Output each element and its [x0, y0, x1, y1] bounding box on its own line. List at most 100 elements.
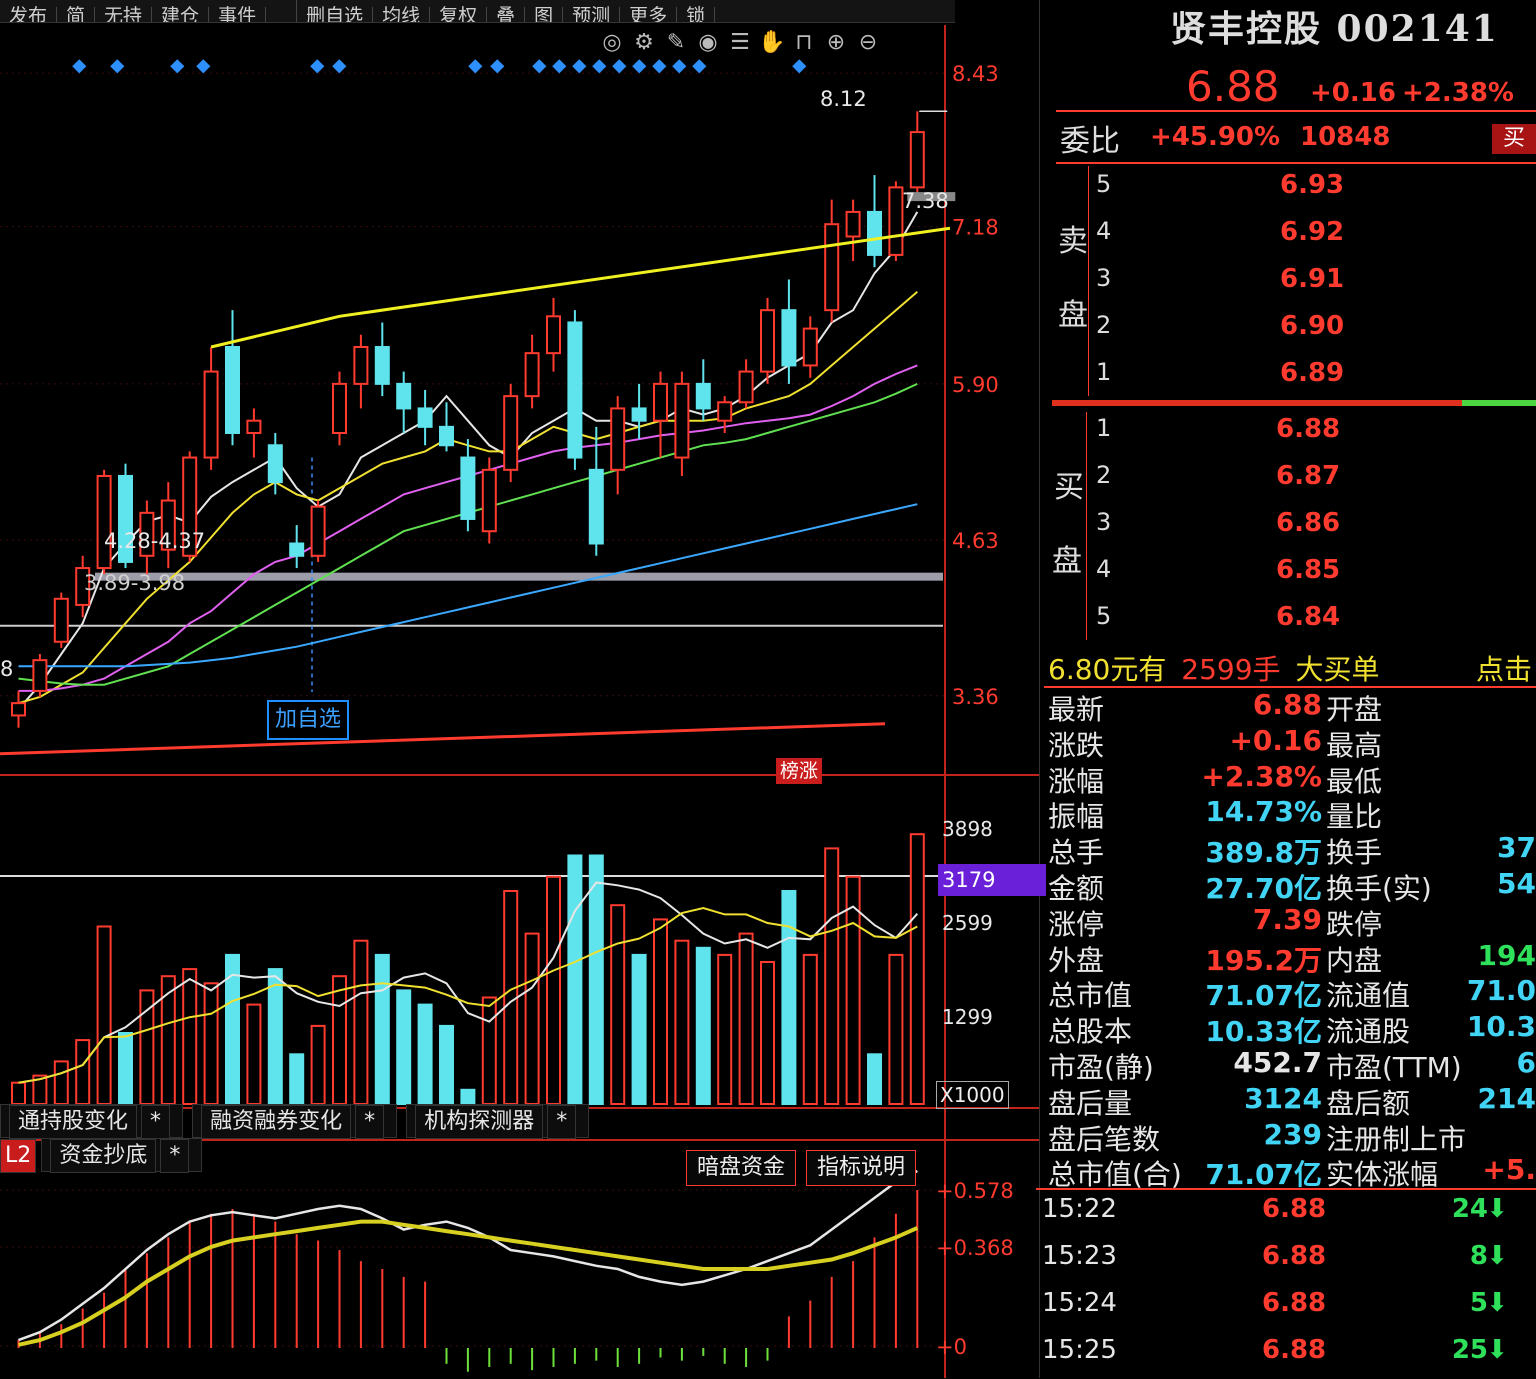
quote-value: 14.73%	[1205, 795, 1322, 829]
bids-price-1[interactable]: 6.88	[1276, 414, 1340, 444]
hand-icon[interactable]: ✋	[756, 30, 788, 55]
quote-value: 7.39	[1252, 902, 1322, 936]
quote-label-2: 量比	[1326, 800, 1383, 834]
lock-icon[interactable]: ⊓	[788, 30, 820, 55]
divider	[1056, 162, 1536, 164]
signal-diamond	[652, 59, 667, 74]
candle-body	[289, 542, 305, 557]
candle-body	[717, 401, 733, 422]
volume-bar	[353, 939, 369, 1106]
volume-bar	[118, 1032, 133, 1105]
candle-body	[417, 407, 433, 428]
asks-price-4[interactable]: 6.90	[1280, 311, 1344, 341]
add-to-watchlist-button[interactable]: 加自选	[267, 700, 350, 740]
asks-price-3[interactable]: 6.91	[1280, 264, 1344, 294]
volume-bar	[824, 847, 840, 1106]
bids-price-3[interactable]: 6.86	[1276, 508, 1340, 538]
signal-diamond	[792, 59, 807, 74]
tab-capital-bottom[interactable]: 资金抄底 *	[41, 1138, 203, 1173]
candle-body	[738, 370, 754, 404]
tick-time: 15:22	[1042, 1194, 1117, 1224]
dark-pool-button[interactable]: 暗盘资金	[686, 1150, 797, 1186]
layers-icon[interactable]: ☰	[724, 30, 756, 55]
asks-level-4: 2	[1096, 311, 1112, 339]
quote-label-2: 跌停	[1326, 907, 1383, 941]
volume-tick-label: 2599	[942, 911, 993, 935]
indicator-explain-button[interactable]: 指标说明	[806, 1150, 917, 1186]
asks-price-1[interactable]: 6.93	[1280, 170, 1344, 200]
down-arrow-icon: ⬇	[1486, 1335, 1508, 1365]
quote-label: 盘后量	[1048, 1086, 1133, 1120]
tab-holding-change[interactable]: 通持股变化 *	[0, 1104, 184, 1139]
candle-body	[32, 659, 48, 692]
volume-highlight-label: 3179	[938, 864, 1046, 896]
quote-label: 总股本	[1048, 1015, 1133, 1049]
gear-icon[interactable]: ⚙	[628, 30, 660, 55]
volume-bar	[75, 1039, 91, 1105]
target-icon[interactable]: ◎	[596, 30, 628, 55]
quote-label-2: 最低	[1326, 764, 1383, 798]
volume-bar	[439, 1024, 454, 1106]
big-order-row[interactable]: 6.80元有 2599手 大买单 点击	[1048, 648, 1532, 688]
candle-body	[888, 186, 904, 256]
quote-value-2: 71.0	[1466, 974, 1536, 1008]
menu-item-3[interactable]: 建仓	[152, 7, 210, 22]
candle-body	[310, 505, 326, 557]
bid-label-2: 盘	[1052, 544, 1082, 579]
quote-label: 振幅	[1048, 800, 1105, 834]
quote-value-2: 194	[1477, 938, 1536, 972]
quote-value: 195.2万	[1205, 943, 1322, 977]
volume-bar	[760, 961, 775, 1105]
menu-item-11[interactable]: 预测	[563, 7, 621, 22]
asks-price-5[interactable]: 6.89	[1280, 358, 1344, 388]
asks-level-2: 4	[1096, 217, 1112, 245]
menu-item-13[interactable]: 锁	[677, 7, 716, 22]
zoom-in-icon[interactable]: ⊕	[820, 30, 852, 55]
candle-body	[481, 468, 497, 533]
signal-diamond	[196, 59, 211, 74]
quote-label-2: 开盘	[1326, 693, 1383, 726]
volume-bar	[417, 1003, 433, 1105]
buy-side-button[interactable]: 买	[1492, 124, 1536, 154]
candle-body	[332, 382, 347, 434]
bangzhang-badge[interactable]: 榜涨	[776, 758, 823, 784]
menu-item-6[interactable]: 删自选	[297, 7, 374, 22]
support-lines	[0, 457, 1040, 877]
menu-item-4[interactable]: 事件	[209, 7, 267, 22]
big-order-click[interactable]: 点击	[1476, 648, 1532, 688]
tab-margin-change[interactable]: 融资融券变化 *	[192, 1104, 398, 1139]
ask-label-2: 盘	[1058, 298, 1088, 333]
menu-item-7[interactable]: 均线	[373, 7, 431, 22]
divider	[1088, 166, 1089, 396]
eye-icon[interactable]: ◉	[692, 30, 724, 55]
tab-institution-detector[interactable]: 机构探测器 *	[406, 1104, 590, 1139]
zoom-out-icon[interactable]: ⊖	[852, 30, 884, 55]
volume-bar	[11, 1081, 26, 1105]
menu-item-12[interactable]: 更多	[620, 7, 678, 22]
bids-price-4[interactable]: 6.85	[1276, 555, 1340, 585]
menu-item-8[interactable]: 复权	[430, 7, 488, 22]
candle-body	[824, 223, 840, 312]
tick-price: 6.88	[1262, 1288, 1327, 1318]
tick-row: 15:24 6.88 5 ⬇	[1040, 1286, 1536, 1332]
asks-price-2[interactable]: 6.92	[1280, 217, 1344, 247]
quote-label: 涨跌	[1048, 728, 1105, 762]
candle-body	[374, 346, 390, 385]
menu-item-1[interactable]: 简	[57, 7, 96, 22]
volume-bar	[53, 1060, 69, 1106]
asks-level-1: 5	[1096, 170, 1112, 198]
down-arrow-icon: ⬇	[1486, 1288, 1508, 1318]
support-lower-label: 3.89-3.98	[84, 571, 185, 595]
bids-price-2[interactable]: 6.87	[1276, 461, 1340, 491]
signal-diamond	[170, 59, 185, 74]
pen-icon[interactable]: ✎	[660, 30, 692, 55]
tick-price: 6.88	[1262, 1194, 1327, 1224]
bids-price-5[interactable]: 6.84	[1276, 602, 1340, 632]
menu-item-0[interactable]: 发布	[0, 7, 58, 22]
menu-item-9[interactable]: 叠	[487, 7, 526, 22]
menu-item-5[interactable]	[266, 0, 298, 22]
quote-label: 外盘	[1048, 943, 1105, 977]
menu-item-2[interactable]: 无持	[95, 7, 153, 22]
menu-item-10[interactable]: 图	[525, 7, 564, 22]
indicator-tick-label: +0	[936, 1335, 967, 1359]
